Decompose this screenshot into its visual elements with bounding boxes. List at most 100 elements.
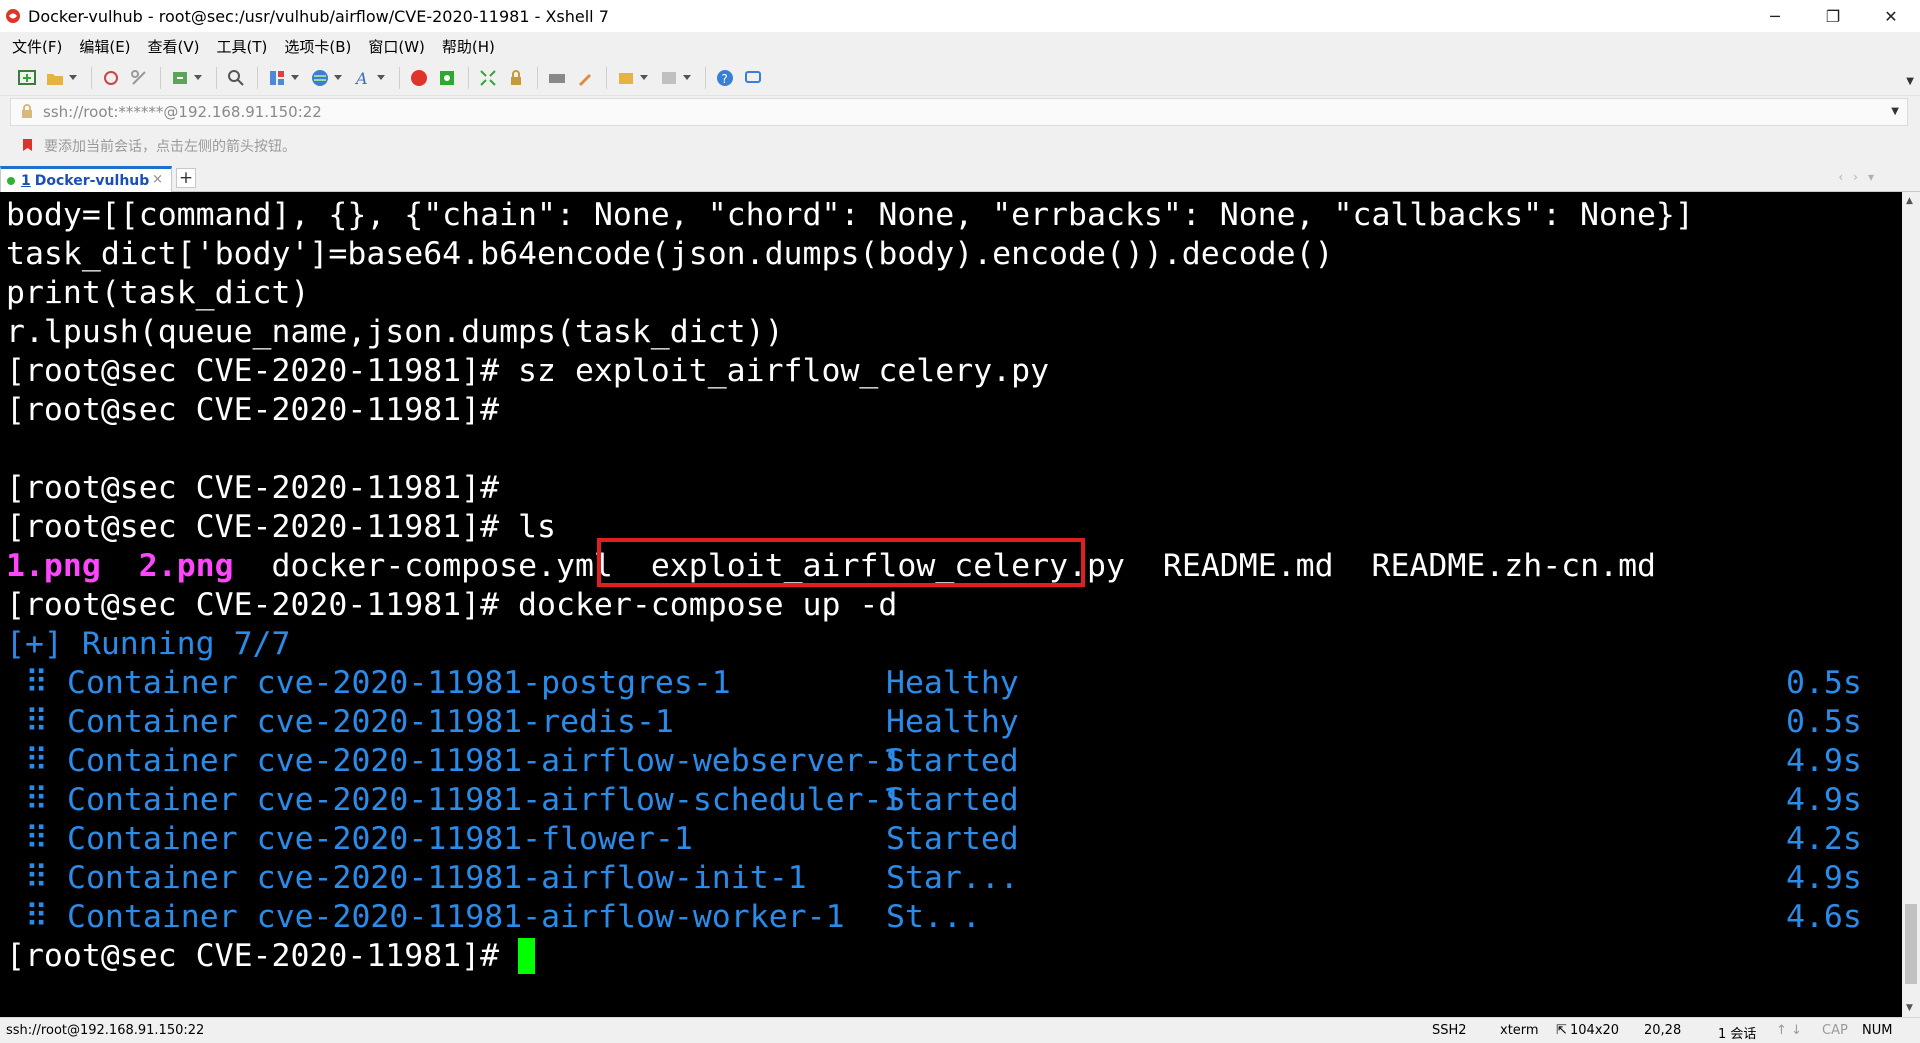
container-status: St...	[886, 899, 981, 935]
scroll-up-icon[interactable]: ▲	[1906, 196, 1913, 206]
toolbar-overflow-icon[interactable]: ▼	[1906, 76, 1914, 87]
minimize-button[interactable]: ─	[1746, 0, 1804, 32]
transfer-icon[interactable]	[169, 67, 191, 89]
container-status: Started	[886, 821, 1019, 857]
container-time: 0.5s	[1786, 665, 1862, 701]
container-time: 4.9s	[1786, 743, 1862, 779]
layout-dropdown-icon[interactable]	[291, 75, 299, 80]
status-connection: ssh://root@192.168.91.150:22	[6, 1023, 205, 1038]
title-bar: Docker-vulhub - root@sec:/usr/vulhub/air…	[0, 0, 1920, 32]
font-icon[interactable]: A	[352, 67, 374, 89]
container-name: ⠿ Container cve-2020-11981-redis-1	[6, 704, 674, 740]
restore-button[interactable]: ❐	[1804, 0, 1862, 32]
xftp-icon[interactable]	[436, 67, 458, 89]
terminal-area[interactable]: body=[[command], {}, {"chain": None, "ch…	[0, 192, 1902, 1017]
container-status: Healthy	[886, 665, 1019, 701]
open-folder-icon[interactable]	[44, 67, 66, 89]
terminal-scrollbar[interactable]: ▲ ▼	[1902, 192, 1920, 1017]
tab-scroll-arrows-icon[interactable]: ‹›▾	[1838, 170, 1884, 184]
container-name: ⠿ Container cve-2020-11981-flower-1	[6, 821, 693, 857]
keyboard-icon[interactable]	[546, 67, 568, 89]
scroll-down-icon[interactable]: ▼	[1906, 1003, 1913, 1013]
new-session-icon[interactable]	[16, 67, 38, 89]
terminal-line: [root@sec CVE-2020-11981]#	[6, 470, 500, 506]
text-cursor	[518, 938, 536, 974]
status-sessions: 1 会话	[1718, 1027, 1757, 1042]
reconnect-icon[interactable]	[100, 67, 122, 89]
status-terminal-type: xterm	[1500, 1023, 1539, 1038]
globe-dropdown-icon[interactable]	[334, 75, 342, 80]
running-status-line: [+] Running 7/7	[6, 626, 291, 662]
open-dropdown-icon[interactable]	[69, 75, 77, 80]
status-updown-arrows-icon: ↑ ↓	[1776, 1023, 1802, 1038]
disconnect-icon[interactable]	[128, 67, 150, 89]
svg-text:A: A	[354, 69, 368, 88]
menu-bar: 文件(F) 编辑(E) 查看(V) 工具(T) 选项卡(B) 窗口(W) 帮助(…	[0, 32, 1920, 60]
script-dropdown-icon[interactable]	[640, 75, 648, 80]
container-time: 4.6s	[1786, 899, 1862, 935]
bookmark-arrow-icon[interactable]	[20, 137, 38, 155]
new-tab-button[interactable]: +	[176, 168, 196, 188]
container-time: 4.9s	[1786, 782, 1862, 818]
transfer-dropdown-icon[interactable]	[194, 75, 202, 80]
terminal-line: [root@sec CVE-2020-11981]# sz exploit_ai…	[6, 353, 1050, 389]
container-time: 0.5s	[1786, 704, 1862, 740]
container-name: ⠿ Container cve-2020-11981-airflow-sched…	[6, 782, 902, 818]
ls-file-compose: docker-compose.yml	[271, 548, 613, 584]
container-status: Star...	[886, 860, 1019, 896]
container-name: ⠿ Container cve-2020-11981-airflow-worke…	[6, 899, 845, 935]
globe-icon[interactable]	[309, 67, 331, 89]
status-bar: ssh://root@192.168.91.150:22 SSH2 xterm …	[0, 1017, 1920, 1043]
status-num-lock: NUM	[1862, 1023, 1893, 1038]
terminal-line: r.lpush(queue_name,json.dumps(task_dict)…	[6, 314, 784, 350]
xshell-icon[interactable]	[408, 67, 430, 89]
tile-dropdown-icon[interactable]	[683, 75, 691, 80]
toolbar-separator	[468, 66, 469, 89]
toolbar-separator	[606, 66, 607, 89]
tile-icon[interactable]	[658, 67, 680, 89]
fullscreen-icon[interactable]	[477, 67, 499, 89]
status-size: 104x20	[1570, 1023, 1620, 1038]
xshell-app-icon[interactable]	[4, 7, 22, 25]
menu-edit[interactable]: 编辑(E)	[79, 36, 130, 57]
container-status: Started	[886, 743, 1019, 779]
ls-file-png: 2.png	[138, 548, 234, 584]
layout-icon[interactable]	[266, 67, 288, 89]
terminal-line: [root@sec CVE-2020-11981]# docker-compos…	[6, 587, 898, 623]
help-icon[interactable]: ?	[714, 67, 736, 89]
font-dropdown-icon[interactable]	[377, 75, 385, 80]
toolbar-separator	[160, 66, 161, 89]
exploit-file-highlight-box	[597, 538, 1085, 587]
find-icon[interactable]	[225, 67, 247, 89]
menu-tabs[interactable]: 选项卡(B)	[284, 36, 351, 57]
menu-view[interactable]: 查看(V)	[148, 36, 200, 57]
prompt-line[interactable]: [root@sec CVE-2020-11981]#	[6, 937, 536, 976]
close-button[interactable]: ✕	[1862, 0, 1920, 32]
container-status: Started	[886, 782, 1019, 818]
toolbar-separator	[216, 66, 217, 89]
tab-number: 1	[21, 172, 31, 189]
script-icon[interactable]	[615, 67, 637, 89]
tab-docker-vulhub[interactable]: 1 Docker-vulhub ×	[0, 166, 172, 192]
scrollbar-thumb[interactable]	[1905, 904, 1917, 984]
highlight-icon[interactable]	[574, 67, 596, 89]
lock-icon[interactable]	[505, 67, 527, 89]
address-input[interactable]: ssh://root:******@192.168.91.150:22	[43, 103, 322, 121]
menu-help[interactable]: 帮助(H)	[442, 36, 495, 57]
tab-bar: 1 Docker-vulhub × + ‹›▾	[0, 164, 1920, 192]
terminal-line: [root@sec CVE-2020-11981]#	[6, 392, 500, 428]
container-name: ⠿ Container cve-2020-11981-airflow-init-…	[6, 860, 807, 896]
toolbar-separator	[705, 66, 706, 89]
container-time: 4.9s	[1786, 860, 1862, 896]
ls-file-readme: README.md	[1162, 548, 1334, 584]
menu-tools[interactable]: 工具(T)	[217, 36, 268, 57]
tab-close-icon[interactable]: ×	[152, 172, 163, 187]
address-bar[interactable]: ssh://root:******@192.168.91.150:22 ▼	[10, 98, 1908, 126]
connected-status-icon	[7, 176, 15, 185]
status-cursor-position: 20,28	[1644, 1023, 1682, 1038]
chat-icon[interactable]	[742, 67, 764, 89]
menu-window[interactable]: 窗口(W)	[368, 36, 425, 57]
address-dropdown-icon[interactable]: ▼	[1891, 106, 1899, 117]
container-time: 4.2s	[1786, 821, 1862, 857]
menu-file[interactable]: 文件(F)	[12, 36, 62, 57]
